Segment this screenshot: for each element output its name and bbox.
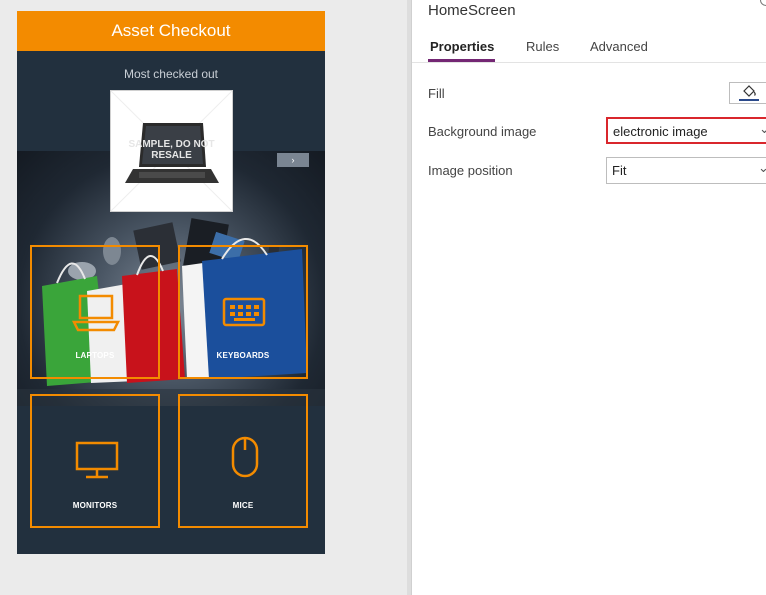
tab-rules[interactable]: Rules — [526, 39, 559, 54]
carousel-title: Most checked out — [123, 67, 219, 81]
category-tile-mice[interactable]: MICE — [178, 394, 308, 528]
tile-label-keyboards: KEYBOARDS — [216, 351, 270, 360]
selected-screen-name: HomeScreen — [428, 2, 516, 19]
carousel-next-button[interactable]: › — [277, 153, 309, 167]
category-tile-keyboards[interactable]: KEYBOARDS — [178, 245, 308, 379]
chevron-down-icon: ⌄ — [758, 160, 766, 176]
tile-label-monitors: MONITORS — [72, 501, 118, 510]
property-panel: HomeScreen Properties Rules Advanced Fil… — [411, 0, 766, 595]
paint-bucket-icon — [743, 85, 756, 97]
fill-color-bar — [739, 99, 759, 101]
tab-properties[interactable]: Properties — [430, 39, 494, 54]
tile-label-laptops: LAPTOPS — [75, 351, 115, 360]
laptop-icon — [71, 294, 121, 332]
background-image-dropdown[interactable]: electronic image ⌄ — [606, 117, 766, 144]
fill-color-picker[interactable] — [729, 82, 766, 104]
app-title: Asset Checkout — [111, 21, 231, 40]
tab-advanced[interactable]: Advanced — [590, 39, 648, 54]
chevron-down-icon: ⌄ — [759, 121, 766, 137]
fill-label: Fill — [428, 86, 445, 101]
sample-watermark: SAMPLE, DO NOT RESALE — [128, 139, 215, 161]
tab-divider — [412, 62, 766, 63]
background-image-label: Background image — [428, 124, 537, 139]
image-position-dropdown[interactable]: Fit ⌄ — [606, 157, 766, 184]
app-preview: Asset Checkout Most checked out SAMPLE, … — [17, 11, 325, 554]
featured-item-card[interactable]: SAMPLE, DO NOT RESALE — [110, 90, 233, 212]
app-header: Asset Checkout — [17, 11, 325, 51]
mouse-icon — [231, 436, 259, 478]
chevron-right-icon: › — [291, 155, 295, 165]
keyboard-icon — [222, 297, 266, 327]
help-icon[interactable] — [760, 0, 766, 6]
category-tile-monitors[interactable]: MONITORS — [30, 394, 160, 528]
background-image-value: electronic image — [613, 124, 708, 139]
monitor-icon — [75, 441, 119, 479]
image-position-label: Image position — [428, 163, 513, 178]
tile-label-mice: MICE — [232, 501, 254, 510]
category-tile-laptops[interactable]: LAPTOPS — [30, 245, 160, 379]
image-position-value: Fit — [612, 163, 627, 178]
